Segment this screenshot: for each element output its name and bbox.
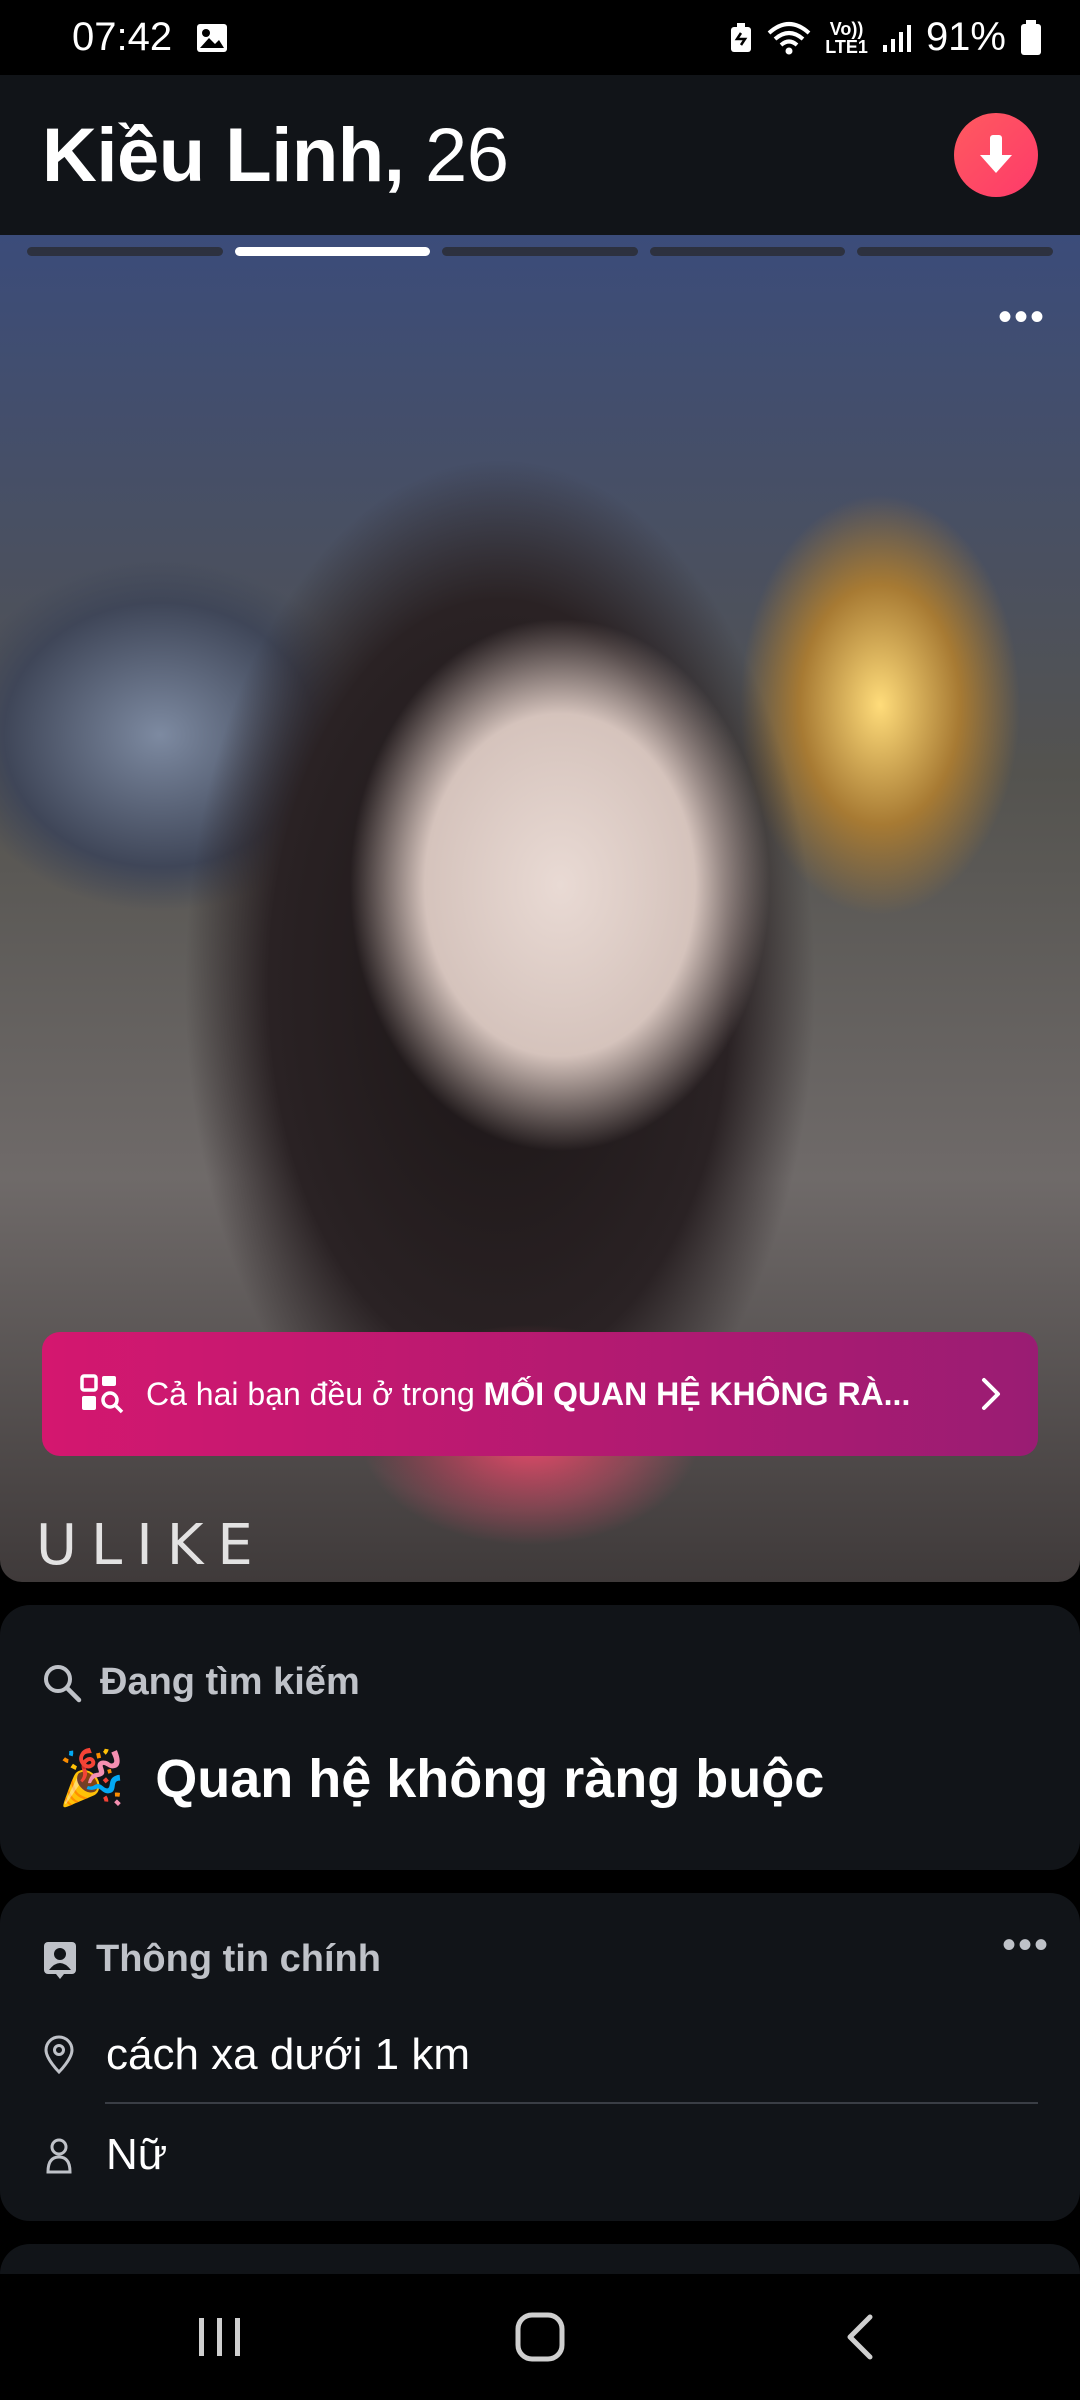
main-info-label: Thông tin chính — [96, 1938, 381, 1980]
profile-card-icon — [44, 1941, 76, 1979]
looking-for-text: Quan hệ không ràng buộc — [155, 1748, 825, 1809]
looking-for-header: Đang tìm kiếm — [42, 1661, 360, 1704]
network-type: Vo)) LTE1 — [825, 20, 868, 56]
system-nav-bar — [0, 2274, 1080, 2400]
network-top-label: Vo)) — [829, 18, 864, 39]
banner-text-prefix: Cả hai bạn đều ở trong — [146, 1375, 484, 1412]
distance-row: cách xa dưới 1 km — [42, 2015, 1038, 2095]
main-info-card: Thông tin chính ••• cách xa dưới 1 km Nữ — [0, 1893, 1080, 2221]
signal-icon — [882, 23, 912, 53]
wifi-icon — [767, 21, 811, 55]
photo-progress — [27, 247, 1053, 257]
profile-photo[interactable]: ••• ULIKE Cả hai bạn đều ở trong MỐI QUA… — [0, 235, 1080, 1582]
screen: 07:42 Vo)) LTE1 91% Kiều Linh, 26 ••• UL… — [0, 0, 1080, 2400]
profile-header: Kiều Linh, 26 — [0, 75, 1080, 235]
photo-indicator — [442, 247, 638, 256]
photo-indicator — [857, 247, 1053, 256]
search-icon — [44, 1664, 82, 1702]
home-button[interactable] — [495, 2292, 585, 2382]
gender-row: Nữ — [42, 2115, 1038, 2195]
gender-text: Nữ — [106, 2130, 168, 2179]
looking-for-label: Đang tìm kiếm — [100, 1661, 360, 1703]
profile-title: Kiều Linh, 26 — [42, 112, 509, 199]
recent-apps-icon — [199, 2318, 240, 2356]
distance-text: cách xa dưới 1 km — [106, 2030, 470, 2079]
banner-text-highlight: MỐI QUAN HỆ KHÔNG RÀ... — [483, 1375, 911, 1412]
looking-for-card: Đang tìm kiếm 🎉 Quan hệ không ràng buộc — [0, 1605, 1080, 1870]
party-popper-icon: 🎉 — [58, 1748, 126, 1808]
info-divider — [105, 2102, 1038, 2104]
photo-indicator-active — [234, 247, 431, 256]
search-grid-icon — [80, 1374, 124, 1414]
relationship-match-banner[interactable]: Cả hai bạn đều ở trong MỐI QUAN HỆ KHÔNG… — [42, 1332, 1038, 1456]
photo-more-icon[interactable]: ••• — [998, 295, 1046, 340]
collapse-profile-button[interactable] — [954, 113, 1038, 197]
battery-percent: 91% — [925, 15, 1006, 59]
location-pin-icon — [44, 2035, 74, 2075]
battery-saver-icon — [729, 22, 753, 54]
photo-watermark: ULIKE — [36, 1513, 267, 1578]
battery-icon — [1020, 19, 1042, 56]
chevron-right-icon — [982, 1378, 1000, 1410]
looking-for-value: 🎉 Quan hệ không ràng buộc — [58, 1747, 824, 1810]
profile-age: 26 — [424, 112, 509, 198]
photo-indicator — [649, 247, 846, 256]
main-info-more-icon[interactable]: ••• — [1002, 1923, 1050, 1968]
back-button[interactable] — [815, 2292, 905, 2382]
main-info-header: Thông tin chính — [42, 1938, 381, 1981]
photo-indicator — [27, 247, 223, 256]
network-bottom-label: LTE1 — [825, 36, 868, 57]
home-icon — [515, 2312, 565, 2362]
status-bar: 07:42 Vo)) LTE1 91% — [0, 0, 1080, 75]
person-icon — [46, 2138, 72, 2174]
status-right: Vo)) LTE1 91% — [729, 15, 1042, 60]
status-time: 07:42 — [72, 15, 173, 59]
arrow-down-icon — [980, 135, 1012, 173]
profile-name: Kiều Linh, — [42, 112, 405, 198]
gallery-icon — [196, 23, 228, 53]
status-left: 07:42 — [72, 15, 228, 60]
banner-text: Cả hai bạn đều ở trong MỐI QUAN HỆ KHÔNG… — [146, 1376, 958, 1413]
recent-apps-button[interactable] — [175, 2292, 265, 2382]
back-icon — [847, 2314, 873, 2360]
